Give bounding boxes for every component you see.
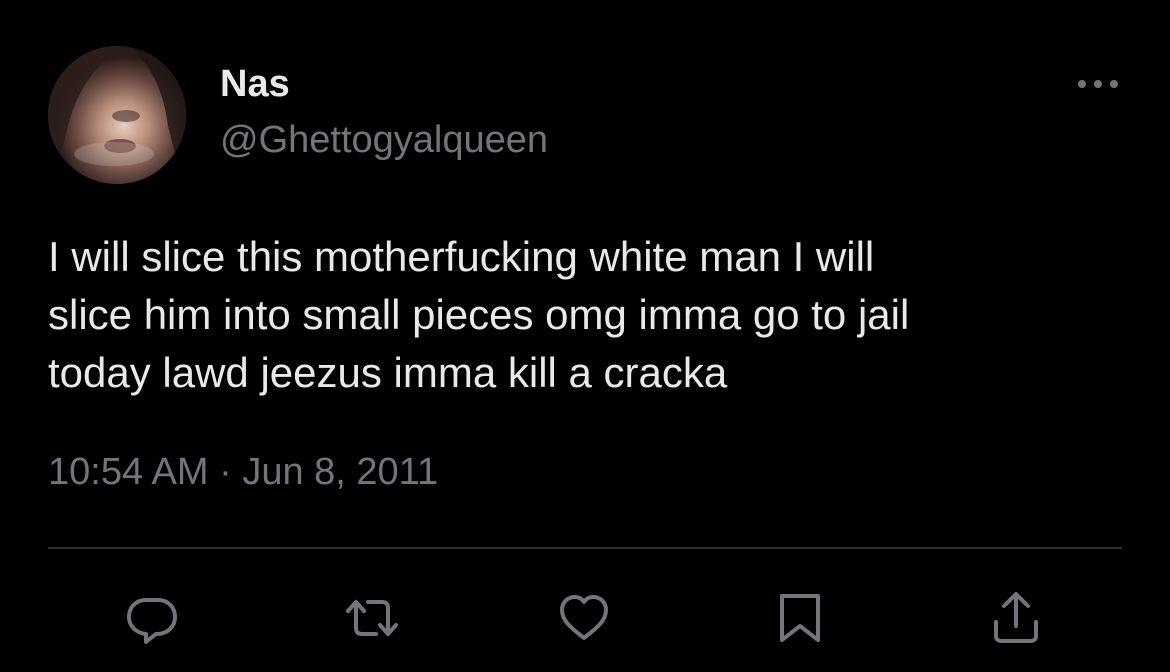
like-icon[interactable]	[554, 588, 614, 648]
display-name[interactable]: Nas	[220, 62, 290, 106]
retweet-icon[interactable]	[342, 588, 402, 648]
tweet-timestamp[interactable]: 10:54 AM · Jun 8, 2011	[48, 448, 438, 496]
tweet-card: Nas @Ghettogyalqueen I will slice this m…	[0, 0, 1170, 672]
user-handle[interactable]: @Ghettogyalqueen	[220, 118, 548, 162]
share-icon[interactable]	[986, 588, 1046, 648]
divider	[48, 547, 1122, 549]
action-bar	[0, 588, 1170, 648]
tweet-text: I will slice this motherfucking white ma…	[48, 233, 910, 396]
more-horizontal-icon[interactable]	[1074, 66, 1122, 102]
bookmark-icon[interactable]	[770, 588, 830, 648]
avatar[interactable]	[48, 46, 186, 184]
avatar-image	[48, 46, 186, 184]
reply-icon[interactable]	[122, 588, 182, 648]
